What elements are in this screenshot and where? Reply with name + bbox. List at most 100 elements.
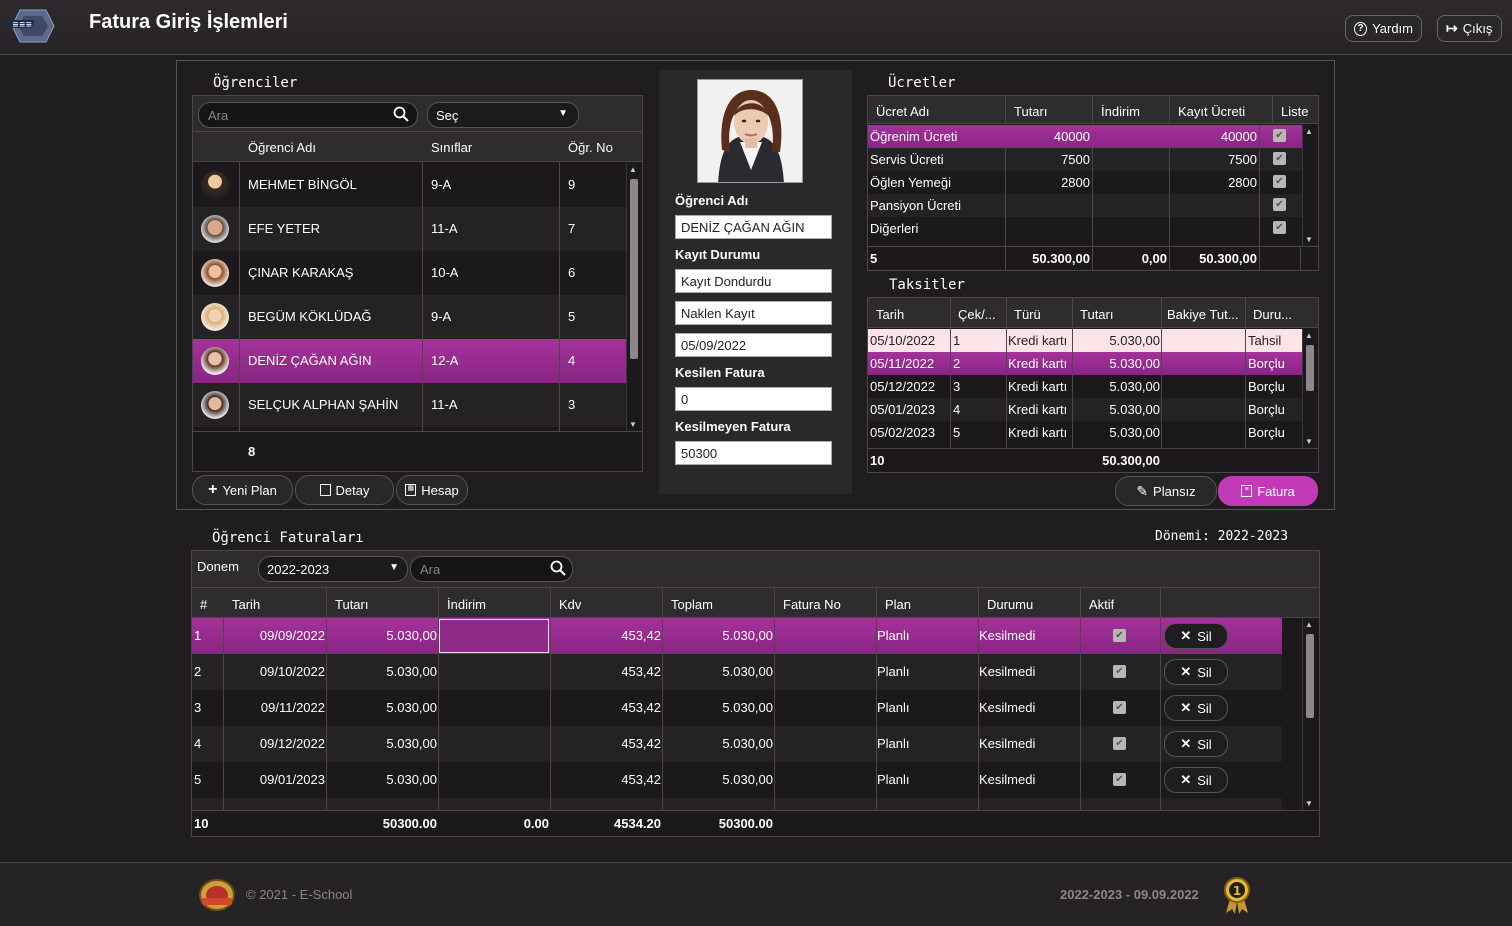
table-row[interactable]: Servis Ücreti 7500 7500 ✔ [868, 148, 1302, 171]
students-scrollbar[interactable]: ▲ ▼ [626, 163, 640, 431]
registration-status-field[interactable]: Kayıt Dondurdu [675, 269, 832, 293]
table-row[interactable]: EFE YETER 11-A 7 [193, 207, 626, 251]
table-row[interactable]: 4 09/12/2022 5.030,00 453,42 5.030,00 Pl… [192, 726, 1282, 762]
column-header[interactable]: Tutarı [335, 597, 368, 612]
invoice-icon: ≡ [1241, 485, 1253, 497]
checkbox-checked-icon[interactable]: ✔ [1273, 129, 1286, 142]
scroll-thumb[interactable] [630, 179, 638, 359]
not-issued-invoice-field[interactable]: 50300 [675, 441, 832, 465]
column-header[interactable]: Öğrenci Adı [248, 140, 316, 155]
delete-button[interactable]: ✕ Sil [1164, 767, 1228, 793]
table-row[interactable]: SELÇUK ALPHAN ŞAHİN 11-A 3 [193, 383, 626, 427]
table-row-selected[interactable]: DENİZ ÇAĞAN AĞIN 12-A 4 [193, 339, 626, 383]
registration-type-field[interactable]: Naklen Kayıt [675, 301, 832, 325]
table-row[interactable]: BEGÜM KÖKLÜDAĞ 9-A 5 [193, 295, 626, 339]
detail-button[interactable]: Detay [295, 475, 394, 505]
table-row[interactable]: 05/01/2023 4 Kredi kartı 5.030,00 Borçlu [868, 398, 1302, 421]
column-header[interactable]: Liste [1281, 104, 1308, 119]
scroll-thumb[interactable] [1306, 345, 1314, 391]
table-row-partial[interactable] [192, 798, 1282, 810]
account-button[interactable]: ▦ Hesap [396, 475, 468, 505]
scroll-down-icon[interactable]: ▼ [629, 420, 637, 429]
students-search-input[interactable]: Ara [198, 102, 418, 128]
checkbox-checked-icon[interactable]: ✔ [1273, 198, 1286, 211]
column-header[interactable]: İndirim [1101, 104, 1140, 119]
delete-button[interactable]: ✕ Sil [1164, 695, 1228, 721]
new-plan-button[interactable]: + Yeni Plan [192, 475, 293, 505]
student-name-field[interactable]: DENİZ ÇAĞAN AĞIN [675, 215, 832, 239]
column-header[interactable]: Tarih [232, 597, 260, 612]
checkbox-checked-icon[interactable]: ✔ [1113, 701, 1126, 714]
column-header[interactable]: Fatura No [783, 597, 841, 612]
column-header[interactable]: Kayıt Ücreti [1178, 104, 1245, 119]
scroll-up-icon[interactable]: ▲ [1305, 331, 1313, 340]
table-row[interactable]: 05/12/2022 3 Kredi kartı 5.030,00 Borçlu [868, 375, 1302, 398]
table-row[interactable]: 2 09/10/2022 5.030,00 453,42 5.030,00 Pl… [192, 654, 1282, 690]
checkbox-checked-icon[interactable]: ✔ [1113, 629, 1126, 642]
scroll-down-icon[interactable]: ▼ [1305, 437, 1313, 446]
fee-name: Öğlen Yemeği [870, 175, 951, 190]
help-button[interactable]: ? Yardım [1345, 15, 1422, 42]
column-header[interactable]: Toplam [671, 597, 713, 612]
table-row[interactable]: Öğlen Yemeği 2800 2800 ✔ [868, 171, 1302, 194]
table-row-selected[interactable]: 1 09/09/2022 5.030,00 453,42 5.030,00 Pl… [192, 618, 1282, 654]
scroll-down-icon[interactable]: ▼ [1305, 235, 1313, 244]
installments-scrollbar[interactable]: ▲ ▼ [1302, 329, 1316, 448]
table-row[interactable]: 3 09/11/2022 5.030,00 453,42 5.030,00 Pl… [192, 690, 1282, 726]
class-select[interactable]: Seç ▼ [427, 102, 579, 128]
student-no: 3 [568, 397, 576, 412]
table-row[interactable]: Diğerleri ✔ [868, 217, 1302, 240]
column-header[interactable]: Türü [1014, 307, 1041, 322]
column-header[interactable]: Ücret Adı [876, 104, 929, 119]
column-header[interactable]: Sınıflar [431, 140, 472, 155]
scroll-down-icon[interactable]: ▼ [1305, 799, 1313, 808]
table-row[interactable]: Pansiyon Ücreti ✔ [868, 194, 1302, 217]
scroll-up-icon[interactable]: ▲ [1305, 620, 1313, 629]
invoices-scrollbar[interactable]: ▲ ▼ [1302, 618, 1316, 810]
delete-button[interactable]: ✕ Sil [1164, 659, 1228, 685]
unplanned-button[interactable]: ✎ Plansız [1115, 476, 1217, 506]
column-header[interactable]: Tutarı [1014, 104, 1047, 119]
scroll-up-icon[interactable]: ▲ [629, 165, 637, 174]
checkbox-checked-icon[interactable]: ✔ [1113, 737, 1126, 750]
checkbox-checked-icon[interactable]: ✔ [1113, 665, 1126, 678]
column-header[interactable]: Aktif [1089, 597, 1114, 612]
table-row[interactable]: 05/02/2023 5 Kredi kartı 5.030,00 Borçlu [868, 421, 1302, 444]
column-header[interactable]: Çek/... [958, 307, 998, 322]
column-header[interactable]: Öğr. No [568, 140, 613, 155]
column-header[interactable]: Plan [885, 597, 911, 612]
issued-invoice-field[interactable]: 0 [675, 387, 832, 411]
table-row-selected[interactable]: 05/11/2022 2 Kredi kartı 5.030,00 Borçlu [868, 352, 1302, 375]
delete-button[interactable]: ✕ Sil [1164, 731, 1228, 757]
column-header[interactable]: Tutarı [1080, 307, 1113, 322]
fees-scrollbar[interactable]: ▲ ▼ [1302, 125, 1316, 246]
class-select-value: Seç [436, 108, 459, 123]
student-name: BEGÜM KÖKLÜDAĞ [248, 309, 372, 324]
delete-button[interactable]: ✕ Sil [1164, 623, 1228, 649]
checkbox-checked-icon[interactable]: ✔ [1273, 152, 1286, 165]
table-row-selected[interactable]: Öğrenim Ücreti 40000 40000 ✔ [868, 125, 1302, 148]
column-header[interactable]: İndirim [447, 597, 486, 612]
column-header[interactable]: Bakiye Tut... [1167, 307, 1245, 322]
column-header[interactable]: # [200, 597, 207, 612]
column-header[interactable]: Durumu [987, 597, 1033, 612]
table-row[interactable]: MEHMET BİNGÖL 9-A 9 [193, 163, 626, 207]
discount-edit-cell[interactable] [439, 619, 549, 653]
checkbox-checked-icon[interactable]: ✔ [1273, 175, 1286, 188]
exit-button[interactable]: ↦ Çıkış [1437, 15, 1502, 42]
scroll-up-icon[interactable]: ▲ [1305, 127, 1313, 136]
table-row[interactable]: 5 09/01/2023 5.030,00 453,42 5.030,00 Pl… [192, 762, 1282, 798]
invoices-search-input[interactable]: Ara [410, 556, 573, 582]
svg-text:1: 1 [1233, 884, 1241, 898]
table-row-paid[interactable]: 05/10/2022 1 Kredi kartı 5.030,00 Tahsil [868, 329, 1302, 352]
checkbox-checked-icon[interactable]: ✔ [1273, 221, 1286, 234]
scroll-thumb[interactable] [1306, 634, 1314, 718]
period-select[interactable]: 2022-2023 ▼ [258, 556, 408, 582]
registration-date-field[interactable]: 05/09/2022 [675, 333, 832, 357]
column-header[interactable]: Kdv [559, 597, 581, 612]
table-row[interactable]: ÇINAR KARAKAŞ 10-A 6 [193, 251, 626, 295]
column-header[interactable]: Duru... [1253, 307, 1301, 322]
column-header[interactable]: Tarih [876, 307, 904, 322]
invoice-button[interactable]: ≡ Fatura [1218, 476, 1318, 506]
checkbox-checked-icon[interactable]: ✔ [1113, 773, 1126, 786]
